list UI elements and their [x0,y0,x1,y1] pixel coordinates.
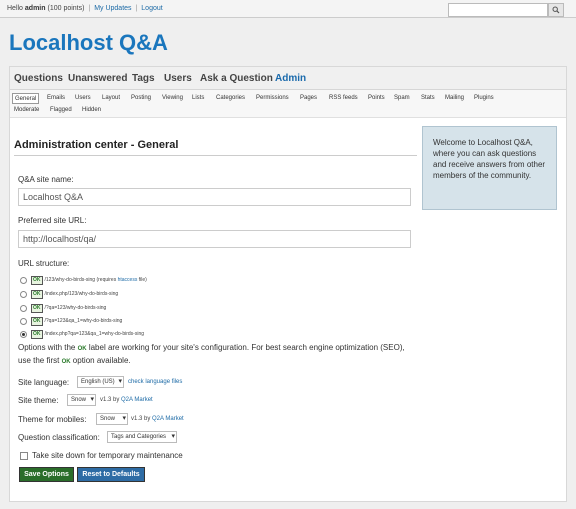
site-url-field[interactable]: http://localhost/qa/ [18,230,411,248]
url-option[interactable]: OK /index.php?qa=123&qa_1=why-do-birds-s… [20,329,144,339]
mobile-theme-select[interactable]: Snow [96,413,128,425]
subnav-flagged[interactable]: Flagged [48,105,74,116]
nav-unanswered[interactable]: Unanswered [68,73,127,84]
user-links: Hello admin (100 points) | My Updates | … [7,5,163,12]
nav-questions[interactable]: Questions [14,73,63,84]
ok-inline: OK [77,346,87,352]
url-option-text: /?qa=123&qa_1=why-do-birds-sing [44,318,123,324]
subnav-spam[interactable]: Spam [392,93,412,104]
search-button[interactable] [548,3,564,17]
subnav-emails[interactable]: Emails [45,93,67,104]
language-select[interactable]: English (US) [77,376,124,388]
subnav-rss-feeds[interactable]: RSS feeds [327,93,360,104]
subnav-posting[interactable]: Posting [129,93,153,104]
ok-badge: OK [31,289,43,299]
page-heading: Administration center - General [14,139,179,151]
save-options-button[interactable]: Save Options [19,467,74,482]
radio-button[interactable] [20,290,27,298]
site-name-field[interactable]: Localhost Q&A [18,188,411,206]
subnav-users[interactable]: Users [73,93,93,104]
maintenance-label: Take site down for temporary maintenance [32,451,183,460]
subnav-moderate[interactable]: Moderate [12,105,41,116]
site-name-label: Q&A site name: [18,175,74,184]
ok-badge: OK [31,329,43,339]
subnav-permissions[interactable]: Permissions [254,93,291,104]
username[interactable]: admin [25,5,46,12]
ok-badge: OK [31,303,43,313]
subnav-hidden[interactable]: Hidden [80,105,103,116]
note-text: option available. [70,356,131,365]
mobile-theme-author-link[interactable]: Q2A Market [152,416,184,422]
admin-subnav: General Emails Users Layout Posting View… [10,90,566,118]
htaccess-link[interactable]: htaccess [118,277,138,283]
url-option[interactable]: OK /?qa=123/why-do-birds-sing [20,303,106,313]
radio-button[interactable] [20,276,27,284]
subnav-plugins[interactable]: Plugins [472,93,496,104]
url-option-suffix: file) [137,277,147,283]
theme-author-link[interactable]: Q2A Market [121,397,153,403]
my-updates-link[interactable]: My Updates [94,5,131,12]
reset-defaults-button[interactable]: Reset to Defaults [77,467,145,482]
url-option[interactable]: OK /123/why-do-birds-sing (requires htac… [20,275,147,285]
check-language-link[interactable]: check language files [128,379,182,385]
theme-select[interactable]: Snow [67,394,96,406]
url-structure-label: URL structure: [18,259,70,268]
subnav-general[interactable]: General [12,93,40,104]
welcome-box: Welcome to Localhost Q&A, where you can … [422,126,557,210]
subnav-mailing[interactable]: Mailing [443,93,466,104]
divider [14,155,417,156]
site-url-label: Preferred site URL: [18,216,87,225]
classification-label: Question classification: [18,433,100,442]
nav-users[interactable]: Users [164,73,192,84]
subnav-pages[interactable]: Pages [298,93,319,104]
welcome-text: Welcome to Localhost Q&A, where you can … [433,138,546,180]
search-icon [552,6,560,14]
subnav-stats[interactable]: Stats [419,93,437,104]
url-option-text: /?qa=123/why-do-birds-sing [44,305,107,311]
url-option[interactable]: OK /?qa=123&qa_1=why-do-birds-sing [20,316,122,326]
classification-select[interactable]: Tags and Categories [107,431,177,443]
url-option-text: /123/why-do-birds-sing (requires [44,277,118,283]
maintenance-checkbox[interactable] [20,452,28,460]
subnav-viewing[interactable]: Viewing [160,93,185,104]
mobile-theme-version: v1.3 by [131,416,153,422]
theme-label: Site theme: [18,396,59,405]
url-option-text: /index.php/123/why-do-birds-sing [44,291,119,297]
subnav-categories[interactable]: Categories [214,93,247,104]
subnav-layout[interactable]: Layout [100,93,122,104]
logout-link[interactable]: Logout [141,5,162,12]
site-title[interactable]: Localhost Q&A [9,30,168,56]
separator: | [135,5,138,12]
url-option-text: /index.php?qa=123&qa_1=why-do-birds-sing [44,331,145,337]
hello-text: Hello [7,5,23,12]
nav-ask-question[interactable]: Ask a Question [200,73,273,84]
user-points: (100 points) [47,5,85,12]
main-nav: Questions Unanswered Tags Users Ask a Qu… [10,67,566,90]
ok-badge: OK [31,275,43,285]
nav-admin[interactable]: Admin [275,73,306,84]
url-option[interactable]: OK /index.php/123/why-do-birds-sing [20,289,118,299]
radio-button-selected[interactable] [20,330,27,338]
note-text: Options with the [18,343,78,352]
radio-button[interactable] [20,317,27,325]
ok-inline: OK [61,359,71,365]
mobile-theme-label: Theme for mobiles: [18,415,87,424]
ok-badge: OK [31,316,43,326]
nav-tags[interactable]: Tags [132,73,155,84]
theme-version: v1.3 by [100,397,122,403]
url-structure-note: Options with the OK label are working fo… [18,342,418,368]
subnav-lists[interactable]: Lists [190,93,206,104]
separator: | [88,5,91,12]
top-bar: Hello admin (100 points) | My Updates | … [0,0,576,18]
language-label: Site language: [18,378,70,387]
radio-button[interactable] [20,304,27,312]
main-panel: Questions Unanswered Tags Users Ask a Qu… [9,66,567,502]
subnav-points[interactable]: Points [366,93,387,104]
search-input[interactable] [448,3,548,17]
